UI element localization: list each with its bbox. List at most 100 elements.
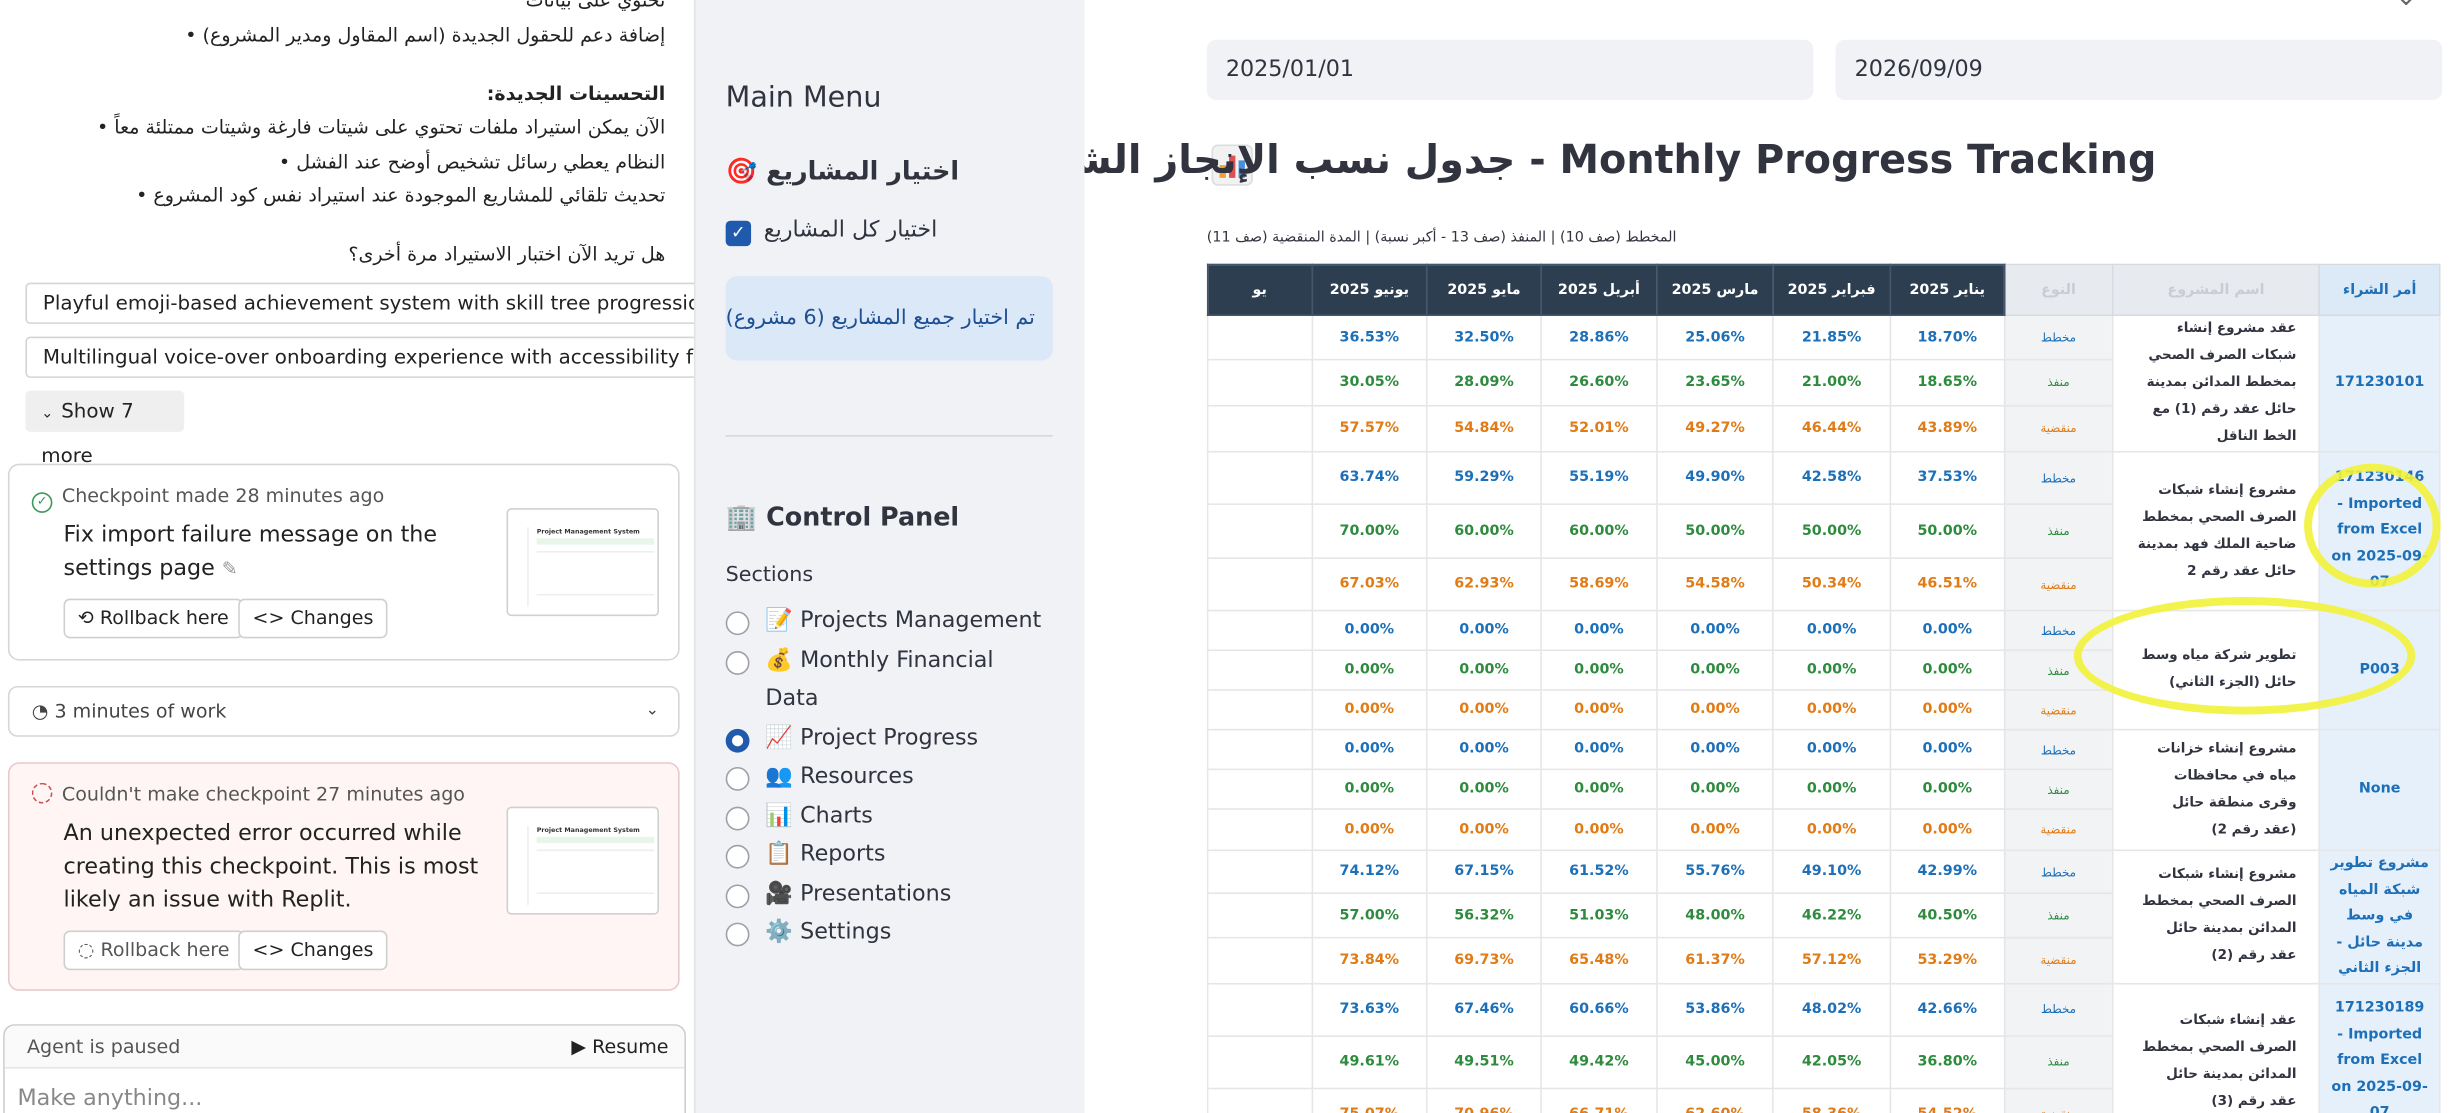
radio-charts[interactable] (725, 806, 750, 831)
resume-button[interactable]: ▶ Resume (571, 1035, 668, 1057)
edit-pencil-icon[interactable]: ✎ (222, 557, 238, 579)
table-row: 73.63% 67.46% 60.66% 53.86% 48.02% 42.66% مخطط… (1206, 982, 2441, 1113)
value-cell: 73.63% (1310, 982, 1428, 1037)
changes-label: Changes (290, 606, 374, 629)
section-monthly-financial[interactable]: 💰 Monthly Financial (765, 648, 993, 673)
section-projects-management[interactable]: 📝 Projects Management (765, 608, 1041, 633)
value-cell: 54.84% (1426, 404, 1542, 453)
select-all-checkbox[interactable]: ✓ (725, 220, 752, 247)
month-header: يونيو 2025 (1310, 263, 1428, 316)
highlight-annotation (2073, 597, 2416, 715)
suggestion-chip[interactable]: Multilingual voice-over onboarding exper… (25, 336, 694, 378)
table-header-row: يو يونيو 2025 مايو 2025 أبريل 2025 مارس 2025… (1206, 263, 2441, 316)
date-from-input[interactable] (1206, 39, 1814, 101)
value-cell: 0.00% (1772, 768, 1891, 810)
rollback-label: Rollback here (100, 938, 230, 961)
radio-projects-management[interactable] (725, 611, 750, 636)
table-row: 74.12% 67.15% 61.52% 55.76% 49.10% 42.99% مخطط… (1206, 849, 2441, 984)
loading-icon: ◌ (77, 938, 95, 961)
changes-button[interactable]: <> Changes (238, 598, 388, 639)
value-cell: 0.00% (1889, 649, 2006, 691)
value-cell: 50.34% (1772, 557, 1891, 612)
checkpoint-thumbnail[interactable]: Project Management System (506, 806, 659, 915)
value-cell: 50.00% (1889, 503, 2006, 559)
month-header: يناير 2025 (1889, 263, 2006, 316)
checkpoint-header: ✓ Checkpoint made 28 minutes ago (31, 484, 385, 513)
value-cell: 53.29% (1889, 937, 2006, 984)
show-more-button[interactable]: ⌄ Show 7 more (25, 390, 185, 467)
code-icon: <> (252, 606, 285, 629)
value-cell: 49.90% (1655, 450, 1775, 505)
value-cell: 0.00% (1540, 649, 1658, 691)
message-line: تحتوي على بيانات (525, 0, 666, 12)
value-cell: 0.00% (1426, 649, 1542, 691)
value-cell: 0.00% (1655, 728, 1775, 771)
value-cell: 70.00% (1310, 503, 1428, 559)
value-cell: 55.19% (1540, 450, 1658, 505)
radio-presentations[interactable] (725, 884, 750, 909)
section-reports[interactable]: 📋 Reports (765, 842, 885, 867)
control-panel-heading-text: Control Panel (766, 501, 960, 532)
bar-chart-icon: 📊 (765, 803, 794, 829)
value-cell: 0.00% (1772, 689, 1891, 731)
checkpoint-status: Checkpoint made (61, 484, 230, 507)
section-charts[interactable]: 📊 Charts (765, 803, 872, 828)
section-label: Settings (800, 919, 892, 945)
memo-icon: 📝 (765, 608, 794, 634)
value-cell: 67.15% (1426, 849, 1542, 895)
value-cell: 0.00% (1310, 728, 1428, 771)
radio-reports[interactable] (725, 844, 750, 869)
value-cell: 28.86% (1540, 314, 1658, 361)
value-cell: 21.85% (1772, 314, 1891, 361)
value-cell: 0.00% (1310, 649, 1428, 691)
chevron-down-icon[interactable]: ⌄ (2395, 0, 2416, 11)
value-cell: 57.00% (1310, 892, 1428, 939)
value-cell: 45.00% (1655, 1034, 1775, 1089)
error-time: 27 minutes ago (316, 782, 465, 806)
value-cell: 25.06% (1655, 314, 1775, 361)
value-cell: 0.00% (1655, 689, 1775, 731)
section-presentations[interactable]: 🎥 Presentations (765, 881, 951, 906)
value-cell: 18.65% (1889, 359, 2006, 406)
value-cell: 54.52% (1889, 1086, 2006, 1113)
value-cell: 63.74% (1310, 450, 1428, 505)
value-cell (1206, 937, 1313, 984)
radio-project-progress[interactable] (725, 728, 750, 753)
radio-resources[interactable] (725, 766, 750, 791)
value-cell: 0.00% (1540, 808, 1658, 852)
work-summary-row[interactable]: ◔ 3 minutes of work ⌄ (7, 685, 680, 737)
section-project-progress[interactable]: 📈 Project Progress (765, 726, 978, 751)
section-settings[interactable]: ⚙️ Settings (765, 919, 891, 944)
section-label: Projects Management (800, 608, 1042, 634)
project-select-heading: 🎯 اختيار المشاريع (726, 156, 959, 186)
rollback-button[interactable]: ◌ Rollback here (63, 930, 244, 971)
checkpoint-thumbnail[interactable]: Project Management System (506, 508, 659, 617)
radio-settings[interactable] (725, 922, 750, 947)
rollback-button[interactable]: ⟲ Rollback here (63, 598, 244, 639)
type-cell: مخطط (2003, 728, 2114, 771)
prompt-input[interactable] (4, 1079, 685, 1113)
value-cell: 0.00% (1310, 768, 1428, 810)
value-cell: 46.51% (1889, 557, 2006, 612)
value-cell: 21.00% (1772, 359, 1891, 406)
date-to-input[interactable] (1835, 39, 2443, 101)
value-cell: 0.00% (1426, 768, 1542, 810)
value-cell: 70.96% (1426, 1086, 1542, 1113)
type-cell: منفذ (2003, 1034, 2114, 1089)
value-cell: 49.51% (1426, 1034, 1542, 1089)
radio-monthly-financial[interactable] (725, 651, 750, 675)
value-cell: 43.89% (1889, 404, 2006, 453)
error-message: An unexpected error occurred while creat… (63, 820, 479, 914)
suggestion-chip[interactable]: Playful emoji-based achievement system w… (25, 282, 694, 324)
section-resources[interactable]: 👥 Resources (765, 764, 913, 789)
value-cell: 0.00% (1540, 689, 1658, 731)
chevron-down-icon: ⌄ (41, 406, 54, 423)
value-cell: 49.61% (1310, 1034, 1428, 1089)
value-cell: 36.53% (1310, 314, 1428, 361)
changes-button[interactable]: <> Changes (238, 930, 388, 971)
clipboard-icon: 📋 (765, 841, 794, 867)
value-cell: 73.84% (1310, 937, 1428, 984)
play-icon: ▶ (571, 1035, 587, 1058)
section-label: Presentations (800, 881, 952, 907)
bullet-item: الآن يمكن استيراد ملفات تحتوي على شيتات … (96, 115, 666, 139)
